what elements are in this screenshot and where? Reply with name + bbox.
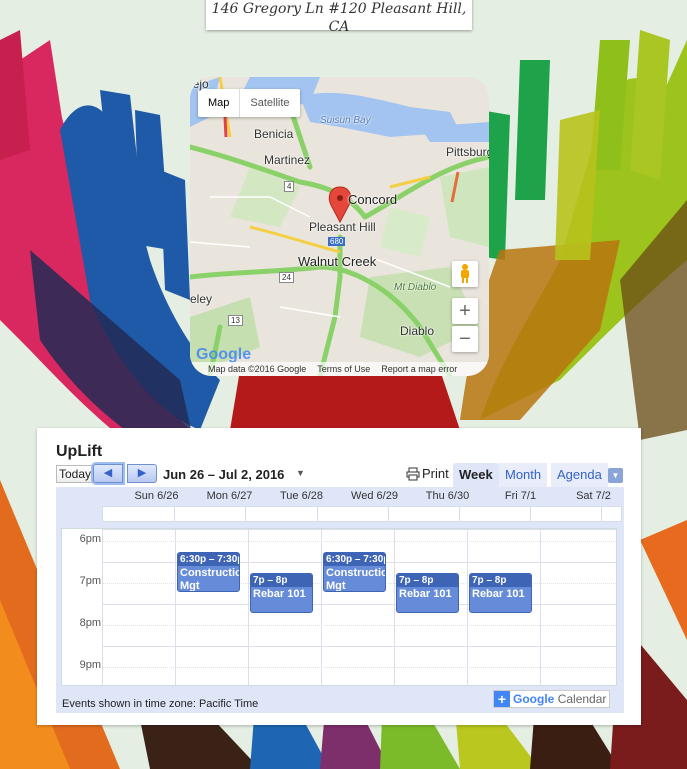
map-label-pittsburg: Pittsburg: [446, 145, 489, 159]
address-card: 146 Gregory Ln #120 Pleasant Hill, CA: [206, 0, 472, 35]
street-view-pegman-icon[interactable]: [452, 261, 478, 287]
event-time: 6:30p – 7:30p: [324, 553, 386, 566]
date-range-label: Jun 26 – Jul 2, 2016: [163, 467, 285, 482]
zoom-out-button[interactable]: −: [452, 326, 478, 352]
event-title: Rebar 101: [399, 588, 452, 600]
timezone-note: Events shown in time zone: Pacific Time: [62, 698, 259, 710]
map-label-vallejo: lejo: [190, 77, 209, 91]
calendar-event[interactable]: 6:30p – 7:30pConstruction Mgt: [323, 552, 386, 592]
print-button[interactable]: Print: [406, 466, 449, 481]
calendar-event[interactable]: 7p – 8p Rebar 101: [469, 573, 532, 613]
time-grid[interactable]: 6pm 7pm 8pm 9pm 6:30p – 7:30pConstructio…: [61, 528, 617, 686]
tab-week[interactable]: Week: [453, 463, 499, 487]
shield-680: 680: [328, 237, 346, 246]
google-wordmark: Google: [513, 692, 555, 706]
day-header[interactable]: Thu 6/30: [411, 490, 484, 502]
map-footer: Map data ©2016 Google Terms of Use Repor…: [190, 362, 489, 376]
hour-label: 6pm: [79, 533, 101, 545]
tab-agenda[interactable]: Agenda: [551, 463, 608, 487]
printer-icon: [406, 467, 420, 480]
shield-hwy13: 13: [228, 315, 243, 326]
shield-hwy24: 24: [279, 272, 294, 283]
day-header[interactable]: Wed 6/29: [338, 490, 411, 502]
calendar-event[interactable]: 7p – 8p Rebar 101: [396, 573, 459, 613]
week-grid: Sun 6/26 Mon 6/27 Tue 6/28 Wed 6/29 Thu …: [56, 487, 624, 713]
day-header[interactable]: Mon 6/27: [193, 490, 266, 502]
calendar-event[interactable]: 7p – 8p Rebar 101: [250, 573, 313, 613]
map-data-attribution: Map data ©2016 Google: [208, 364, 307, 374]
hour-label: 9pm: [79, 659, 101, 671]
event-time: 6:30p – 7:30p: [178, 553, 240, 566]
google-calendar-widget: UpLift Today ◀ ▶ Jun 26 – Jul 2, 2016 ▼ …: [37, 428, 641, 725]
report-map-error-link[interactable]: Report a map error: [381, 364, 457, 374]
satellite-view-button[interactable]: Satellite: [240, 89, 299, 117]
map-label-berkeley: eley: [190, 292, 213, 306]
google-calendar-badge[interactable]: + Google Calendar: [493, 690, 611, 708]
day-header[interactable]: Sun 6/26: [120, 490, 193, 502]
address-text: 146 Gregory Ln #120 Pleasant Hill, CA: [211, 1, 467, 35]
next-week-button[interactable]: ▶: [127, 464, 157, 483]
terms-of-use-link[interactable]: Terms of Use: [317, 364, 370, 374]
view-menu-caret-icon[interactable]: ▼: [608, 468, 623, 483]
event-time: 7p – 8p: [397, 574, 458, 587]
shield-hwy4: 4: [284, 181, 295, 192]
date-picker-caret-icon[interactable]: ▼: [296, 468, 305, 478]
day-header[interactable]: Fri 7/1: [484, 490, 557, 502]
tab-month[interactable]: Month: [499, 463, 548, 487]
calendar-title: UpLift: [56, 443, 103, 460]
map-label-mt-diablo: Mt Diablo: [394, 282, 437, 293]
event-time: 7p – 8p: [470, 574, 531, 587]
today-button[interactable]: Today: [56, 465, 95, 483]
event-title: Construction Mgt: [326, 567, 385, 592]
map-label-walnut-creek: Walnut Creek: [298, 254, 377, 269]
prev-week-button[interactable]: ◀: [93, 464, 123, 483]
day-header[interactable]: Sat 7/2: [557, 490, 630, 502]
map-label-benicia: Benicia: [254, 127, 294, 141]
all-day-row[interactable]: [102, 506, 622, 522]
chevron-left-icon: ◀: [103, 467, 113, 479]
map-label-martinez: Martinez: [264, 153, 311, 167]
map-label-pleasant-hill: Pleasant Hill: [309, 220, 376, 234]
hour-label: 8pm: [79, 617, 101, 629]
event-title: Rebar 101: [472, 588, 525, 600]
plus-icon: +: [494, 691, 510, 707]
event-title: Rebar 101: [253, 588, 306, 600]
day-header[interactable]: Tue 6/28: [265, 490, 338, 502]
map-view-button[interactable]: Map: [198, 89, 241, 117]
map-label-diablo: Diablo: [400, 324, 435, 338]
map-label-suisun-bay: Suisun Bay: [320, 115, 371, 126]
embedded-map[interactable]: Map Satellite Suisun Bay Benicia lejo Ma…: [190, 77, 489, 376]
zoom-in-button[interactable]: +: [452, 298, 478, 324]
event-time: 7p – 8p: [251, 574, 312, 587]
hour-label: 7pm: [79, 575, 101, 587]
map-label-concord: Concord: [348, 192, 398, 207]
print-label: Print: [422, 466, 449, 481]
chevron-right-icon: ▶: [137, 467, 147, 479]
map-type-control: Map Satellite: [198, 89, 300, 117]
calendar-event[interactable]: 6:30p – 7:30pConstruction Mgt: [177, 552, 240, 592]
calendar-wordmark: Calendar: [557, 692, 607, 706]
event-title: Construction Mgt: [180, 567, 239, 592]
